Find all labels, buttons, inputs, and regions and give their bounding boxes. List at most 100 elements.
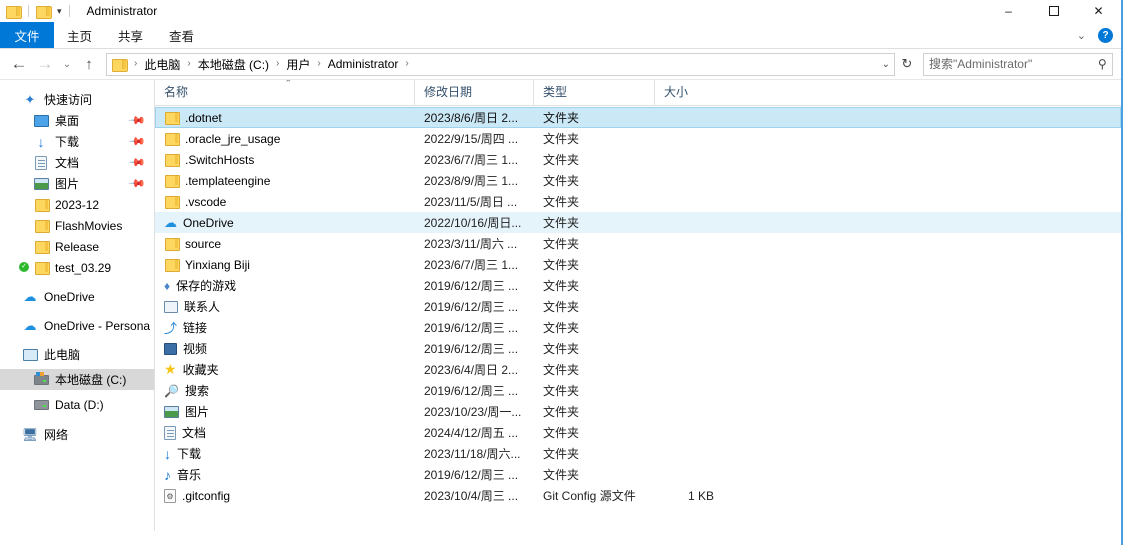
file-name: Yinxiang Biji <box>185 257 250 272</box>
date-modified-cell: 2023/8/6/周日 2... <box>424 111 519 125</box>
breadcrumb-separator-4[interactable]: › <box>400 59 413 69</box>
table-row[interactable]: 文档 2024/4/12/周五 ... 文件夹 <box>155 422 1121 443</box>
close-button[interactable]: ✕ <box>1076 0 1121 22</box>
videos-icon <box>164 342 177 355</box>
column-header-date-modified[interactable]: 修改日期 <box>414 80 533 105</box>
table-row[interactable]: 🔍 搜索 2019/6/12/周三 ... 文件夹 <box>155 380 1121 401</box>
table-row[interactable]: .dotnet 2023/8/6/周日 2... 文件夹 <box>155 107 1121 128</box>
contacts-icon <box>164 300 178 313</box>
file-name-cell: ☁ OneDrive <box>156 215 415 231</box>
tab-view[interactable]: 查看 <box>156 22 207 48</box>
column-header-label: 名称 <box>164 85 189 99</box>
search-icon[interactable]: ⚲ <box>1098 57 1107 71</box>
table-row[interactable]: ↓ 下载 2023/11/18/周六... 文件夹 <box>155 443 1121 464</box>
address-dropdown-chevron-down-icon[interactable]: ⌄ <box>876 59 890 70</box>
links-icon: ⤴ <box>164 321 178 336</box>
maximize-button[interactable] <box>1031 0 1076 22</box>
recent-locations-chevron-down-icon[interactable]: ⌄ <box>58 51 76 77</box>
help-icon[interactable]: ? <box>1098 28 1113 43</box>
file-name: 下载 <box>177 447 202 461</box>
sidebar-item-desktop[interactable]: 桌面 📌 <box>0 110 154 131</box>
search-box[interactable]: ⚲ <box>923 52 1113 76</box>
tab-home[interactable]: 主页 <box>54 22 105 48</box>
pin-icon[interactable]: 📌 <box>128 111 147 130</box>
sidebar-item-pictures[interactable]: 图片 📌 <box>0 173 154 194</box>
gitconfig-icon: ⚙ <box>164 488 176 503</box>
sidebar-item-flashmovies[interactable]: FlashMovies <box>0 215 154 236</box>
pin-icon[interactable]: 📌 <box>128 132 147 151</box>
breadcrumb-separator-1[interactable]: › <box>182 59 195 69</box>
minimize-button[interactable]: – <box>986 0 1031 22</box>
column-header-size[interactable]: 大小 <box>654 80 722 105</box>
folder-icon <box>164 237 180 251</box>
table-row[interactable]: 图片 2023/10/23/周一... 文件夹 <box>155 401 1121 422</box>
qat-chevron-down-icon[interactable]: ▾ <box>57 6 62 16</box>
pin-icon[interactable]: 📌 <box>128 174 147 193</box>
navigation-pane[interactable]: ✦ 快速访问 桌面 📌 ↓ 下载 📌 文档 📌 图片 📌 2023-12 Fla… <box>0 80 155 531</box>
file-name-cell: .templateengine <box>156 174 415 188</box>
sidebar-item-documents[interactable]: 文档 📌 <box>0 152 154 173</box>
table-row[interactable]: ☁ OneDrive 2022/10/16/周日... 文件夹 <box>155 212 1121 233</box>
table-row[interactable]: 联系人 2019/6/12/周三 ... 文件夹 <box>155 296 1121 317</box>
breadcrumb-separator-2[interactable]: › <box>271 59 284 69</box>
table-row[interactable]: source 2023/3/11/周六 ... 文件夹 <box>155 233 1121 254</box>
back-button[interactable]: ← <box>6 51 32 77</box>
sidebar-item-label: Data (D:) <box>55 397 104 412</box>
breadcrumb-item-administrator[interactable]: Administrator <box>326 57 401 71</box>
search-input[interactable] <box>929 57 1099 71</box>
folder-icon <box>164 111 180 125</box>
forward-button[interactable]: → <box>32 51 58 77</box>
sidebar-item-this-pc[interactable]: 此电脑 <box>0 344 154 365</box>
breadcrumb-item-this-pc[interactable]: 此电脑 <box>142 56 182 73</box>
sidebar-item-quick-access[interactable]: ✦ 快速访问 <box>0 89 154 110</box>
table-row[interactable]: Yinxiang Biji 2023/6/7/周三 1... 文件夹 <box>155 254 1121 275</box>
folder-icon <box>164 195 180 209</box>
column-header-name[interactable]: ⌃ 名称 <box>155 80 414 105</box>
sidebar-item-release[interactable]: Release <box>0 236 154 257</box>
tab-file[interactable]: 文件 <box>0 22 54 48</box>
breadcrumb-separator-3[interactable]: › <box>312 59 325 69</box>
sidebar-item-label: 图片 <box>55 177 80 191</box>
sidebar-item-label: 快速访问 <box>44 93 93 107</box>
sidebar-item-downloads[interactable]: ↓ 下载 📌 <box>0 131 154 152</box>
table-row[interactable]: .vscode 2023/11/5/周日 ... 文件夹 <box>155 191 1121 212</box>
file-name: 视频 <box>183 342 208 356</box>
sidebar-item-2023-12[interactable]: 2023-12 <box>0 194 154 215</box>
file-name: .dotnet <box>185 110 222 125</box>
address-bar: ← → ⌄ ↑ › 此电脑 › 本地磁盘 (C:) › 用户 › Adminis… <box>0 49 1121 80</box>
date-modified-cell: 2023/6/7/周三 1... <box>424 153 519 167</box>
sidebar-item-data-d[interactable]: Data (D:) <box>0 394 154 415</box>
ribbon-expand-chevron-down-icon[interactable]: ⌄ <box>1077 29 1086 42</box>
table-row[interactable]: ⚙ .gitconfig 2023/10/4/周三 ... Git Config… <box>155 485 1121 506</box>
table-row[interactable]: .SwitchHosts 2023/6/7/周三 1... 文件夹 <box>155 149 1121 170</box>
file-name: 图片 <box>185 405 210 419</box>
table-row[interactable]: ♪ 音乐 2019/6/12/周三 ... 文件夹 <box>155 464 1121 485</box>
qat-folder-properties-icon[interactable] <box>36 5 52 19</box>
table-row[interactable]: ⤴ 链接 2019/6/12/周三 ... 文件夹 <box>155 317 1121 338</box>
sidebar-item-label: 网络 <box>44 428 69 442</box>
refresh-button[interactable]: ↻ <box>895 53 919 76</box>
tab-share[interactable]: 共享 <box>105 22 156 48</box>
file-name: 音乐 <box>177 468 202 482</box>
date-modified-cell: 2022/10/16/周日... <box>424 216 522 230</box>
sidebar-item-onedrive[interactable]: ☁ OneDrive <box>0 286 154 307</box>
table-row[interactable]: ★ 收藏夹 2023/6/4/周日 2... 文件夹 <box>155 359 1121 380</box>
pin-icon[interactable]: 📌 <box>128 153 147 172</box>
quick-access-toolbar[interactable]: ▾ <box>6 5 77 19</box>
up-button[interactable]: ↑ <box>76 51 102 77</box>
sidebar-item-onedrive-personal[interactable]: ☁ OneDrive - Persona <box>0 315 154 336</box>
table-row[interactable]: ♦ 保存的游戏 2019/6/12/周三 ... 文件夹 <box>155 275 1121 296</box>
column-header-type[interactable]: 类型 <box>533 80 654 105</box>
favorites-icon: ★ <box>164 361 177 377</box>
documents-icon <box>164 425 176 440</box>
breadcrumb-item-users[interactable]: 用户 <box>284 56 312 73</box>
table-row[interactable]: .templateengine 2023/8/9/周三 1... 文件夹 <box>155 170 1121 191</box>
table-row[interactable]: .oracle_jre_usage 2022/9/15/周四 ... 文件夹 <box>155 128 1121 149</box>
sidebar-item-label: 此电脑 <box>44 348 81 362</box>
sidebar-item-network[interactable]: 🖥 网络 <box>0 424 154 445</box>
sidebar-item-test-03-29[interactable]: ✓ test_03.29 <box>0 257 154 278</box>
breadcrumb[interactable]: › 此电脑 › 本地磁盘 (C:) › 用户 › Administrator ›… <box>106 52 895 76</box>
sidebar-item-local-disk-c[interactable]: 本地磁盘 (C:) <box>0 369 154 390</box>
table-row[interactable]: 视频 2019/6/12/周三 ... 文件夹 <box>155 338 1121 359</box>
breadcrumb-item-local-disk-c[interactable]: 本地磁盘 (C:) <box>196 56 271 73</box>
